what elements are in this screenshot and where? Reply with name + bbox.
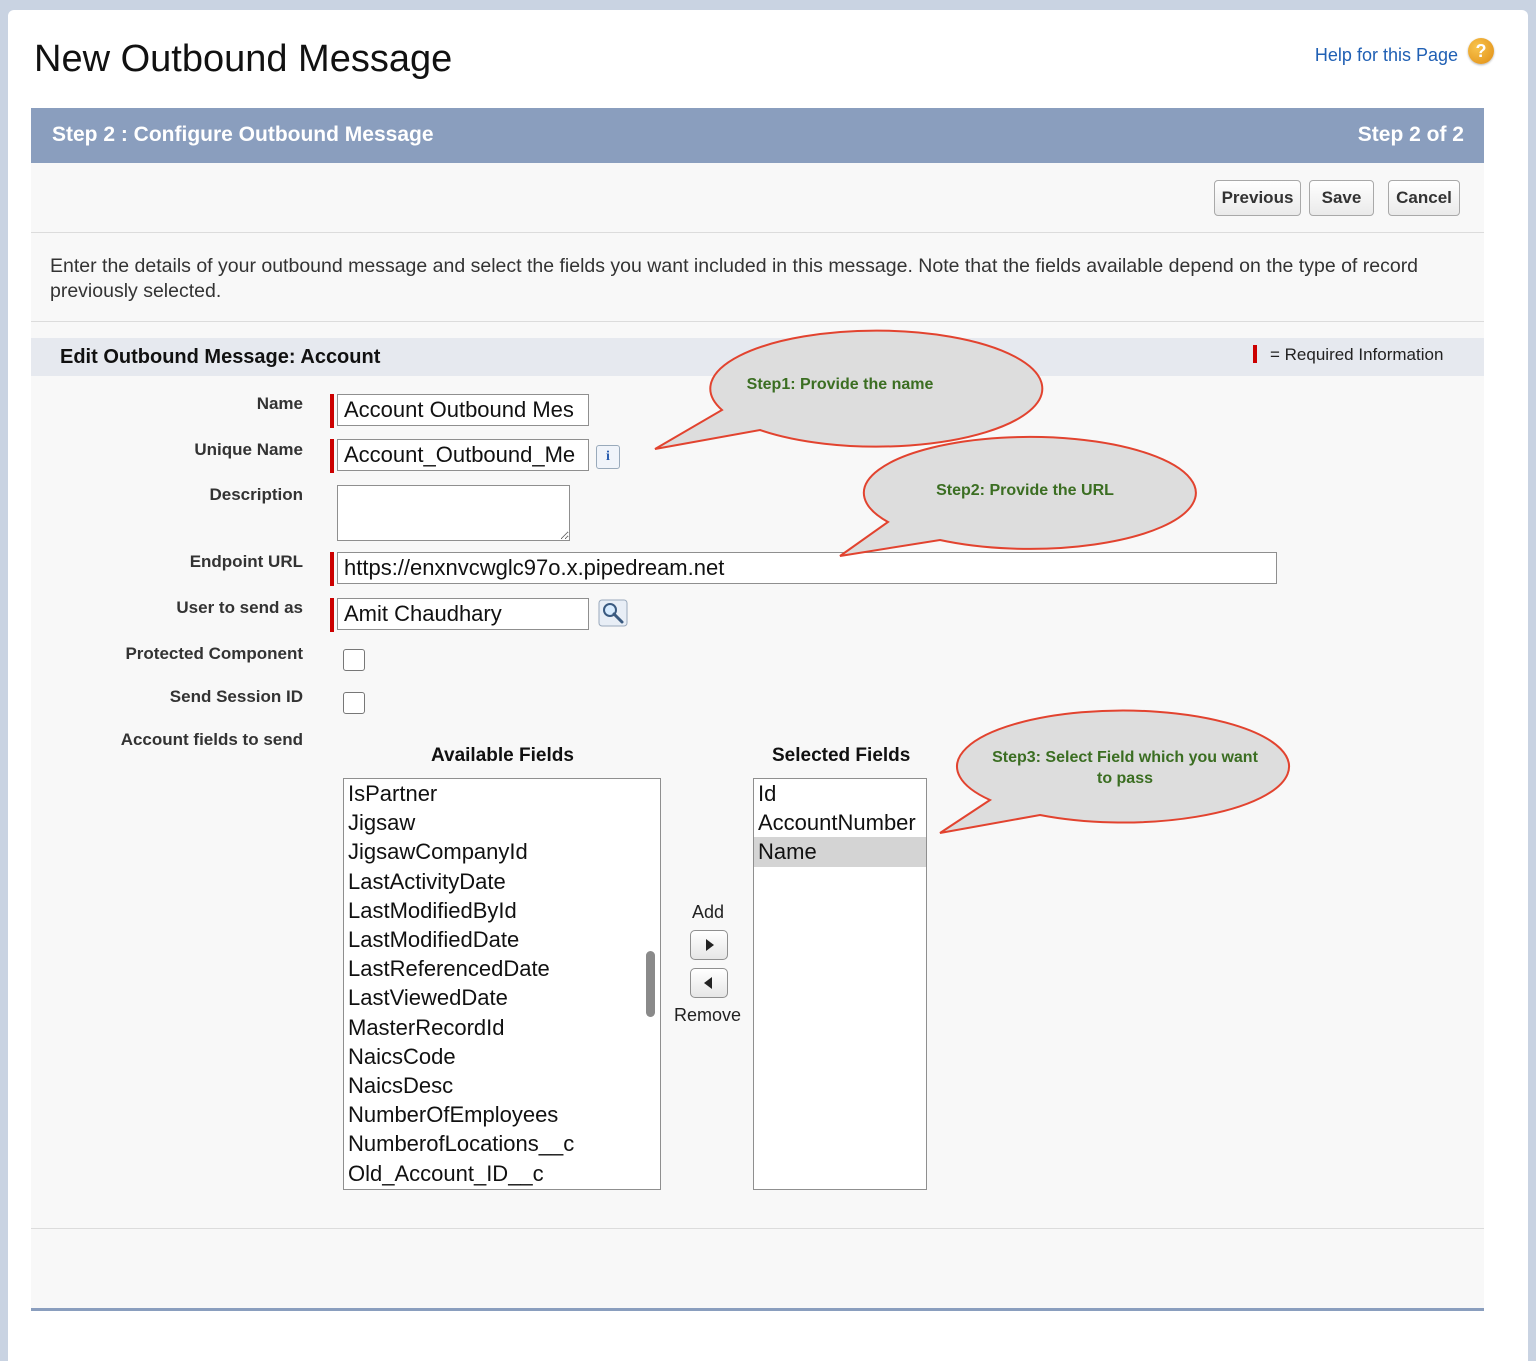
send-session-checkbox[interactable] [343, 692, 365, 714]
available-option[interactable]: NaicsDesc [344, 1071, 660, 1100]
name-input[interactable] [337, 394, 589, 426]
add-label: Add [692, 902, 725, 922]
selected-option[interactable]: Name [754, 837, 926, 867]
user-label: User to send as [176, 598, 303, 617]
endpoint-required-marker [330, 552, 334, 586]
send-session-label: Send Session ID [169, 687, 303, 706]
user-required-marker [330, 598, 334, 632]
unique-name-input[interactable] [337, 439, 589, 471]
available-option[interactable]: LastModifiedById [344, 896, 660, 925]
arrow-left-icon [704, 977, 712, 989]
name-required-marker [330, 394, 334, 428]
intro-text: Enter the details of your outbound messa… [50, 255, 1419, 302]
protected-component-checkbox[interactable] [343, 649, 365, 671]
available-option[interactable]: JigsawCompanyId [344, 837, 660, 866]
endpoint-url-input[interactable] [337, 552, 1277, 584]
available-option[interactable]: LastReferencedDate [344, 954, 660, 983]
section-header: Edit Outbound Message: Account = Require… [31, 338, 1484, 376]
available-option[interactable]: LastModifiedDate [344, 925, 660, 954]
lookup-magnifier-icon[interactable] [598, 599, 628, 627]
available-fields-title: Available Fields [431, 745, 574, 766]
previous-button[interactable]: Previous [1214, 180, 1301, 216]
unique-name-required-marker [330, 439, 334, 473]
required-legend: = Required Information [1270, 345, 1444, 364]
available-option[interactable]: NumberOfEmployees [344, 1100, 660, 1129]
callout-step2-text: Step2: Provide the URL [936, 482, 1114, 499]
help-question-icon[interactable]: ? [1468, 38, 1494, 64]
configure-panel: Step 2 : Configure Outbound Message Step… [31, 108, 1484, 1311]
callout-step3-line1: Step3: Select Field which you want [992, 749, 1258, 766]
available-option[interactable]: MasterRecordId [344, 1013, 660, 1042]
footer-divider [31, 1228, 1484, 1229]
page-title: New Outbound Message [34, 38, 453, 80]
selected-option[interactable]: Id [754, 779, 926, 808]
available-scrollbar-thumb[interactable] [646, 951, 655, 1017]
available-option[interactable]: LastViewedDate [344, 983, 660, 1012]
help-link[interactable]: Help for this Page [1315, 45, 1458, 66]
toolbar-divider [31, 232, 1484, 233]
available-option[interactable]: Old_Account_ID__c [344, 1159, 660, 1188]
callout-step1-text: Step1: Provide the name [746, 376, 934, 393]
fields-to-send-label: Account fields to send [120, 730, 303, 749]
description-textarea[interactable] [337, 485, 570, 541]
callout-step3-line2: to pass [1096, 770, 1153, 787]
available-option[interactable]: NaicsCode [344, 1042, 660, 1071]
cancel-button[interactable]: Cancel [1388, 180, 1460, 216]
unique-name-label: Unique Name [194, 440, 303, 459]
step-header: Step 2 : Configure Outbound Message Step… [31, 108, 1484, 163]
selected-option[interactable]: AccountNumber [754, 808, 926, 837]
selected-fields-title: Selected Fields [772, 745, 911, 766]
section-title: Edit Outbound Message: Account [60, 346, 381, 368]
remove-label: Remove [674, 1005, 742, 1025]
available-option[interactable]: IsPartner [344, 779, 660, 808]
info-icon[interactable]: i [596, 445, 620, 469]
name-label: Name [256, 394, 303, 413]
step-title: Step 2 : Configure Outbound Message [52, 123, 434, 146]
available-option[interactable]: Jigsaw [344, 808, 660, 837]
remove-arrow-button[interactable] [690, 968, 728, 998]
available-fields-list[interactable]: IsPartner Jigsaw JigsawCompanyId LastActivi… [343, 778, 661, 1190]
callout-step3-text: Step3: Select Field which you want to pa… [966, 747, 1284, 789]
endpoint-url-label: Endpoint URL [189, 552, 303, 571]
add-arrow-button[interactable] [690, 930, 728, 960]
selected-fields-list[interactable]: Id AccountNumber Name [753, 778, 927, 1190]
step-count: Step 2 of 2 [1357, 123, 1464, 146]
description-label: Description [209, 485, 303, 504]
required-marker [1253, 345, 1257, 363]
protected-component-label: Protected Component [125, 644, 303, 663]
available-option[interactable]: NumberofLocations__c [344, 1129, 660, 1158]
available-option[interactable]: LastActivityDate [344, 867, 660, 896]
save-button[interactable]: Save [1309, 180, 1374, 216]
user-input[interactable] [337, 598, 589, 630]
arrow-right-icon [706, 939, 714, 951]
intro-divider [31, 321, 1484, 322]
